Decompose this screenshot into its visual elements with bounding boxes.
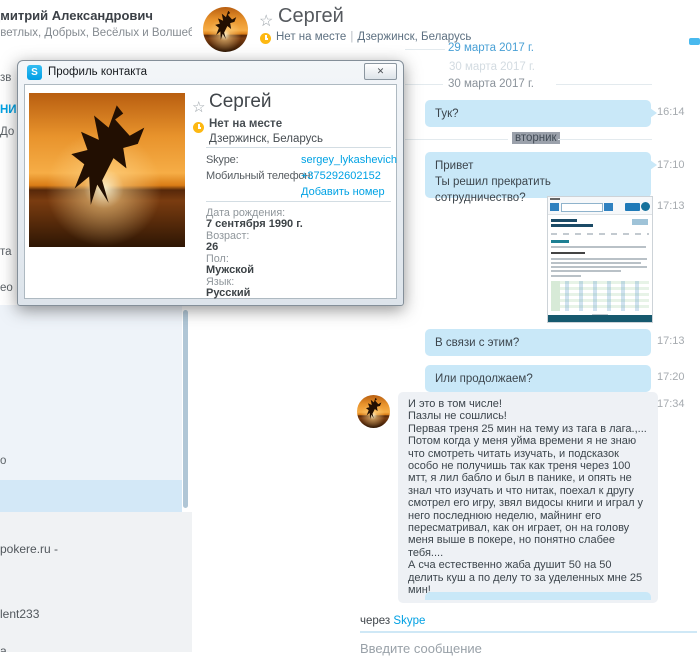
separator-line: [556, 84, 652, 85]
thumb-avatar-circle: [641, 202, 650, 211]
message-timestamp: 17:13: [657, 335, 685, 347]
via-prefix: через: [360, 615, 391, 627]
thumb-text-line: [551, 270, 621, 272]
contact-avatar[interactable]: [203, 7, 248, 52]
status-text: Нет на месте: [276, 31, 347, 43]
separator-line: [405, 139, 508, 140]
phone-number-link[interactable]: +375292602152: [301, 170, 381, 182]
divider: [206, 147, 391, 148]
message-timestamp: 16:14: [657, 106, 685, 118]
close-icon[interactable]: ✕: [364, 63, 397, 80]
thumb-title-line: [551, 224, 593, 227]
thumb-section-line: [551, 240, 569, 243]
sidebar-list-area: [0, 512, 192, 652]
contact-fragment[interactable]: зв: [0, 72, 11, 84]
thumb-header: [548, 197, 652, 215]
favorite-star-icon[interactable]: ☆: [259, 11, 273, 31]
status-divider: |: [350, 31, 354, 43]
contact-fragment[interactable]: pokere.ru -: [0, 542, 58, 556]
thumb-title-line: [551, 219, 577, 222]
dialog-body: ☆ Сергей Нет на месте Дзержинск, Беларус…: [24, 84, 397, 299]
contact-name: Сергей: [278, 5, 344, 27]
contact-photo: [29, 93, 185, 247]
thumb-data-table: [551, 281, 649, 311]
contact-fragment[interactable]: а: [0, 644, 7, 652]
message-input[interactable]: Введите сообщение: [360, 641, 482, 656]
separator-line: [558, 139, 652, 140]
self-mood-message: Светлых, Добрых, Весёлых и Волшебных Пра…: [0, 27, 192, 39]
sidebar-section-fragment[interactable]: НИ: [0, 104, 17, 116]
sidebar-panel: [0, 305, 182, 480]
sticky-date-header: 29 марта 2017 г.: [448, 42, 534, 54]
profile-status: Нет на месте: [209, 118, 283, 130]
message-bubble-outgoing: Привет Ты решил прекратить сотрудничеств…: [425, 152, 657, 204]
message-bubble-outgoing: В связи с этим?: [425, 329, 651, 356]
contact-fragment[interactable]: До: [0, 126, 14, 138]
thumb-footer-bar: [548, 315, 652, 322]
message-bubble-partial: [425, 592, 651, 600]
thumb-text-line: [551, 262, 641, 264]
via-skype-label: через Skype: [360, 615, 425, 627]
thumb-columns-row: [551, 233, 649, 235]
message-image-webpage-screenshot[interactable]: [547, 196, 653, 323]
skype-logo-icon: S: [27, 65, 42, 80]
thumb-button: [625, 203, 640, 211]
detail-value: 26: [206, 241, 219, 253]
profile-name: Сергей: [209, 91, 272, 112]
dialog-title: Профиль контакта: [48, 66, 147, 78]
contact-fragment[interactable]: та: [0, 246, 12, 258]
separator-line: [405, 49, 445, 50]
detail-value: 7 сентября 1990 г.: [206, 218, 303, 230]
contact-status-line: Нет на месте | Дзержинск, Беларусь: [276, 31, 471, 43]
detail-value: Русский: [206, 287, 251, 299]
day-separator-highlighted: вторник: [512, 132, 560, 144]
message-timestamp: 17:34: [657, 398, 685, 410]
detail-value: Мужской: [206, 264, 255, 276]
thumb-table-column: [551, 281, 560, 311]
away-status-icon: [260, 33, 271, 44]
ghost-date: 30 марта 2017 г.: [449, 61, 535, 73]
via-skype-link[interactable]: Skype: [393, 615, 425, 627]
contact-profile-dialog: S Профиль контакта ✕ ☆ Сергей Нет на мес…: [17, 60, 404, 306]
thumb-text-line: [551, 258, 647, 260]
thumb-text-line: [551, 246, 646, 248]
input-divider-line: [360, 631, 697, 633]
message-bubble-outgoing: Или продолжаем?: [425, 365, 651, 392]
field-label: Мобильный телефон:: [206, 170, 314, 182]
field-label: Skype:: [206, 154, 239, 166]
thumb-section-line: [551, 252, 585, 254]
skype-login-link[interactable]: sergey_lykashevich: [301, 154, 397, 166]
thumb-badge: [632, 219, 648, 225]
message-bubble-incoming: И это в том числе! Пазлы не сошлись! Пер…: [398, 392, 658, 603]
contact-fragment[interactable]: lent233: [0, 607, 39, 621]
thumb-text-line: [551, 275, 581, 277]
self-name: Дмитрий Александрович: [0, 8, 153, 23]
message-timestamp: 17:13: [657, 200, 685, 212]
sidebar-selected-row[interactable]: [0, 480, 182, 512]
sender-avatar[interactable]: [357, 395, 390, 428]
date-separator: 30 марта 2017 г.: [448, 78, 534, 90]
separator-line: [405, 84, 443, 85]
message-timestamp: 17:10: [657, 159, 685, 171]
thumb-search-box: [561, 203, 603, 212]
away-status-icon: [193, 122, 204, 133]
thumb-text-line: [551, 266, 647, 268]
profile-location: Дзержинск, Беларусь: [209, 133, 324, 145]
thumb-button: [604, 203, 613, 211]
thumb-button: [550, 203, 559, 211]
thumb-text-line: [550, 198, 560, 200]
sidebar-scrollbar[interactable]: [183, 310, 188, 508]
message-timestamp: 17:20: [657, 371, 685, 383]
favorite-star-icon[interactable]: ☆: [192, 98, 205, 116]
contact-fragment[interactable]: ео: [0, 282, 13, 294]
divider: [206, 201, 391, 202]
message-bubble-outgoing: Тук?: [425, 100, 657, 127]
contact-fragment[interactable]: о: [0, 455, 6, 467]
add-number-link[interactable]: Добавить номер: [301, 186, 385, 198]
chat-scrollbar-thumb[interactable]: [689, 38, 700, 45]
